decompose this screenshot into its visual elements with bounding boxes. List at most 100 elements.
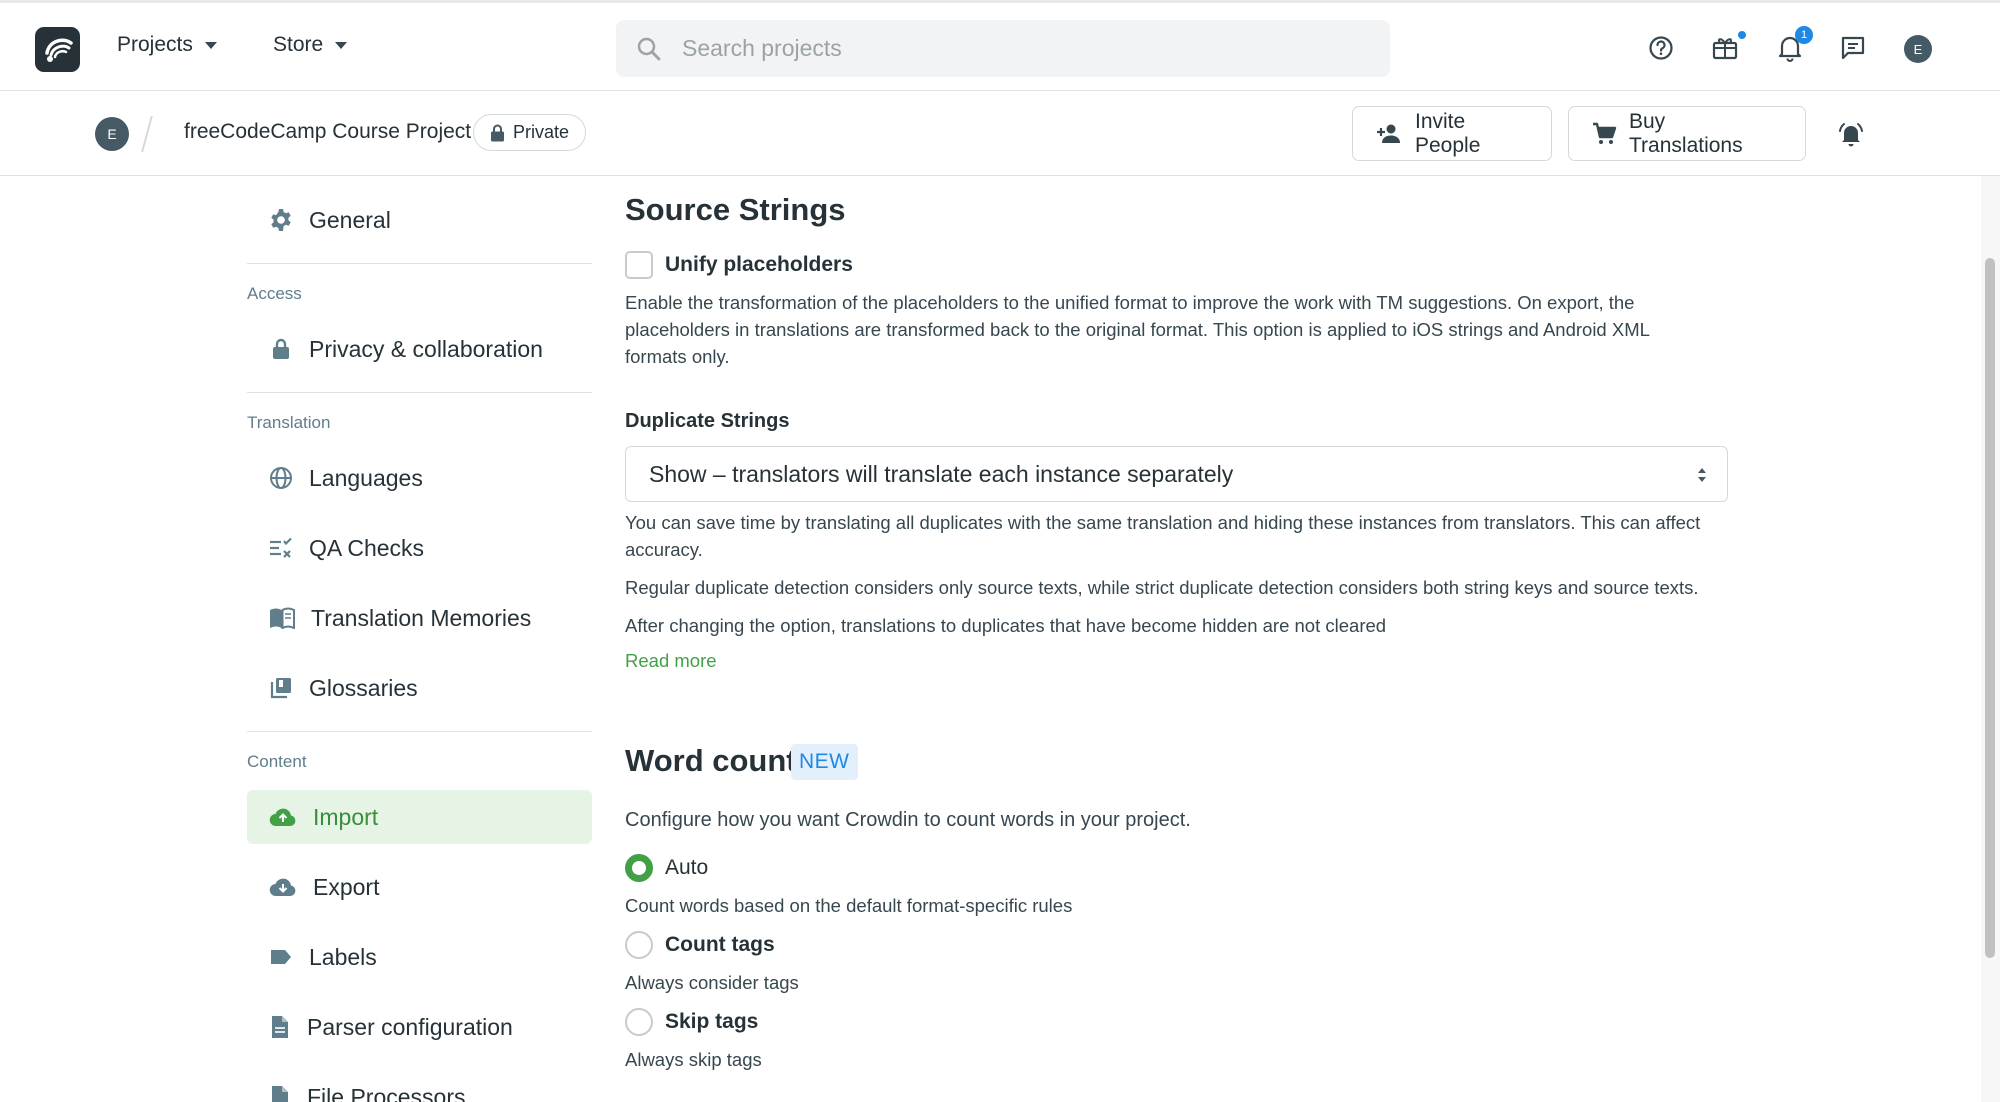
- radio-auto-description: Count words based on the default format-…: [625, 895, 1073, 916]
- sidebar-item-label: Labels: [309, 943, 377, 970]
- new-badge: NEW: [791, 744, 858, 780]
- file-icon: [269, 1015, 291, 1039]
- sidebar-divider: [247, 263, 592, 264]
- store-menu[interactable]: Store: [273, 33, 348, 57]
- buy-translations-button[interactable]: Buy Translations: [1568, 106, 1806, 161]
- source-strings-heading: Source Strings: [625, 192, 846, 227]
- sidebar-item-parser-configuration[interactable]: Parser configuration: [247, 1000, 592, 1054]
- description-line: accuracy.: [625, 539, 703, 560]
- book-icon: [269, 607, 295, 629]
- library-icon: [269, 676, 293, 700]
- sidebar-item-label: Languages: [309, 464, 423, 491]
- sidebar-group-content: Content: [247, 752, 307, 771]
- gift-notification-dot: [1738, 31, 1746, 39]
- chat-icon[interactable]: [1836, 31, 1870, 65]
- sidebar-item-qa-checks[interactable]: QA Checks: [247, 521, 592, 575]
- sidebar-divider: [247, 731, 592, 732]
- sidebar-item-label: File Processors: [307, 1083, 466, 1102]
- sidebar-item-labels[interactable]: Labels: [247, 930, 592, 984]
- top-navigation-bar: Projects Store 1 E: [0, 0, 2000, 91]
- description-line: Enable the transformation of the placeho…: [625, 292, 1635, 313]
- chevron-down-icon: [335, 41, 348, 49]
- sidebar-item-label: Privacy & collaboration: [309, 335, 543, 362]
- visibility-label: Private: [513, 122, 570, 142]
- duplicate-detection-note: Regular duplicate detection considers on…: [625, 577, 1699, 598]
- add-person-icon: [1375, 123, 1403, 145]
- cloud-upload-icon: [269, 806, 297, 828]
- breadcrumb-separator: [141, 116, 153, 152]
- unify-placeholders-checkbox[interactable]: [625, 251, 653, 279]
- invite-people-label: Invite People: [1415, 109, 1481, 157]
- radio-skip-tags-label[interactable]: Skip tags: [665, 1010, 758, 1034]
- sidebar-item-label: QA Checks: [309, 534, 425, 561]
- sidebar-item-label: Import: [313, 803, 379, 830]
- sidebar-group-access: Access: [247, 284, 302, 303]
- bell-ring-icon[interactable]: [1834, 117, 1868, 151]
- notification-count-badge: 1: [1795, 26, 1813, 44]
- sidebar-item-label: Translation Memories: [311, 604, 532, 631]
- lock-icon: [269, 337, 293, 361]
- sidebar-item-file-processors[interactable]: File Processors: [247, 1070, 592, 1102]
- sidebar-item-import[interactable]: Import: [247, 790, 592, 844]
- sidebar-divider: [247, 392, 592, 393]
- file-icon: [269, 1085, 291, 1102]
- description-line: formats only.: [625, 346, 730, 367]
- label-icon: [269, 947, 293, 967]
- radio-skip-tags-description: Always skip tags: [625, 1049, 762, 1070]
- sidebar-item-general[interactable]: General: [247, 193, 592, 247]
- word-count-heading: Word count: [625, 743, 797, 778]
- word-count-intro: Configure how you want Crowdin to count …: [625, 809, 1191, 831]
- radio-auto-label[interactable]: Auto: [665, 856, 708, 880]
- unify-placeholders-description: Enable the transformation of the placeho…: [625, 289, 1650, 370]
- sidebar-item-languages[interactable]: Languages: [247, 451, 592, 505]
- search-icon: [636, 36, 662, 62]
- radio-count-tags[interactable]: [625, 931, 653, 959]
- search-input[interactable]: [682, 35, 1282, 62]
- sidebar-item-privacy[interactable]: Privacy & collaboration: [247, 322, 592, 376]
- sidebar-item-label: Export: [313, 873, 380, 900]
- duplicate-strings-label: Duplicate Strings: [625, 410, 790, 432]
- cloud-download-icon: [269, 876, 297, 898]
- radio-skip-tags[interactable]: [625, 1008, 653, 1036]
- user-avatar[interactable]: E: [1904, 35, 1932, 63]
- project-owner-avatar[interactable]: E: [95, 117, 129, 151]
- crowdin-logo-icon[interactable]: [35, 27, 80, 72]
- chevron-down-icon: [204, 41, 217, 49]
- globe-icon: [269, 466, 293, 490]
- duplicate-strings-selected-value: Show – translators will translate each i…: [649, 460, 1234, 487]
- gift-icon[interactable]: [1708, 31, 1746, 65]
- sidebar-item-label: General: [309, 206, 391, 233]
- cart-icon: [1591, 122, 1617, 146]
- description-line: placeholders in translations are transfo…: [625, 319, 1650, 340]
- duplicate-strings-description: You can save time by translating all dup…: [625, 509, 1700, 563]
- sidebar-item-export[interactable]: Export: [247, 860, 592, 914]
- duplicate-strings-select[interactable]: Show – translators will translate each i…: [625, 446, 1728, 502]
- radio-auto[interactable]: [625, 854, 653, 882]
- select-arrows-icon: [1695, 465, 1709, 485]
- sidebar-group-translation: Translation: [247, 413, 331, 432]
- sidebar-item-translation-memories[interactable]: Translation Memories: [247, 591, 592, 645]
- buy-translations-label: Buy Translations: [1629, 109, 1743, 157]
- project-header: E freeCodeCamp Course Project Private In…: [0, 91, 2000, 176]
- sidebar-item-label: Glossaries: [309, 674, 418, 701]
- search-bar: [616, 20, 1390, 77]
- description-line: You can save time by translating all dup…: [625, 512, 1701, 533]
- help-icon[interactable]: [1644, 31, 1678, 65]
- lock-icon: [490, 124, 505, 142]
- sidebar-item-label: Parser configuration: [307, 1013, 513, 1040]
- radio-count-tags-description: Always consider tags: [625, 972, 799, 993]
- scrollbar-thumb[interactable]: [1985, 258, 1995, 958]
- radio-count-tags-label[interactable]: Count tags: [665, 933, 775, 957]
- gear-icon: [269, 208, 293, 232]
- bell-icon[interactable]: 1: [1773, 26, 1813, 65]
- read-more-link[interactable]: Read more: [625, 650, 717, 672]
- invite-people-button[interactable]: Invite People: [1352, 106, 1552, 161]
- duplicate-change-note: After changing the option, translations …: [625, 615, 1387, 636]
- store-menu-label: Store: [273, 33, 324, 56]
- projects-menu[interactable]: Projects: [117, 33, 217, 57]
- project-title[interactable]: freeCodeCamp Course Project: [184, 120, 471, 144]
- unify-placeholders-label[interactable]: Unify placeholders: [665, 253, 853, 277]
- visibility-badge[interactable]: Private: [473, 114, 587, 151]
- qa-check-icon: [269, 536, 293, 560]
- sidebar-item-glossaries[interactable]: Glossaries: [247, 661, 592, 715]
